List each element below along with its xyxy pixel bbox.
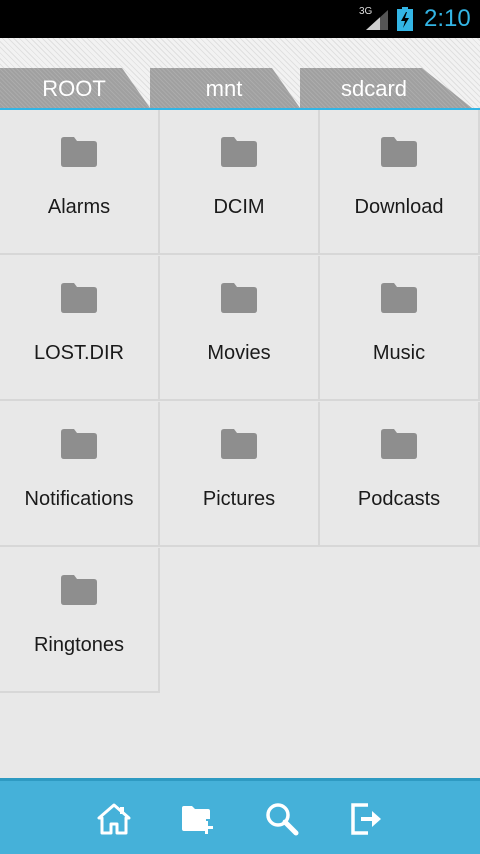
folder-label: Download	[354, 196, 444, 218]
folder-movies[interactable]: Movies	[160, 256, 320, 401]
folder-music[interactable]: Music	[320, 256, 480, 401]
folder-label: Notifications	[24, 488, 134, 510]
folder-icon	[61, 575, 97, 605]
new-folder-icon[interactable]	[180, 801, 216, 837]
clock: 2:10	[424, 5, 471, 32]
status-bar: 3G 2:10	[0, 0, 480, 38]
bottom-toolbar	[0, 778, 480, 854]
folder-lost-dir[interactable]: LOST.DIR	[0, 256, 160, 401]
folder-download[interactable]: Download	[320, 110, 480, 255]
folder-label: Pictures	[202, 488, 276, 510]
folder-alarms[interactable]: Alarms	[0, 110, 160, 255]
folder-icon	[221, 429, 257, 459]
battery-charging-icon	[397, 7, 413, 31]
folder-icon	[221, 283, 257, 313]
folder-icon	[381, 283, 417, 313]
folder-ringtones[interactable]: Ringtones	[0, 548, 160, 693]
folder-icon	[221, 137, 257, 167]
folder-pictures[interactable]: Pictures	[160, 402, 320, 547]
folder-label: Podcasts	[357, 488, 441, 510]
folder-icon	[61, 137, 97, 167]
home-icon[interactable]	[96, 801, 132, 837]
folder-label: Music	[372, 342, 426, 364]
folder-label: Alarms	[47, 196, 111, 218]
folder-label: Movies	[207, 342, 271, 364]
folder-dcim[interactable]: DCIM	[160, 110, 320, 255]
search-icon[interactable]	[264, 801, 300, 837]
folder-label: Ringtones	[33, 634, 125, 656]
folder-icon	[381, 429, 417, 459]
folder-podcasts[interactable]: Podcasts	[320, 402, 480, 547]
signal-icon	[366, 10, 388, 30]
folder-icon	[61, 429, 97, 459]
folder-icon	[381, 137, 417, 167]
exit-icon[interactable]	[348, 801, 384, 837]
folder-label: LOST.DIR	[33, 342, 125, 364]
folder-label: DCIM	[213, 196, 265, 218]
folder-icon	[61, 283, 97, 313]
folder-notifications[interactable]: Notifications	[0, 402, 160, 547]
